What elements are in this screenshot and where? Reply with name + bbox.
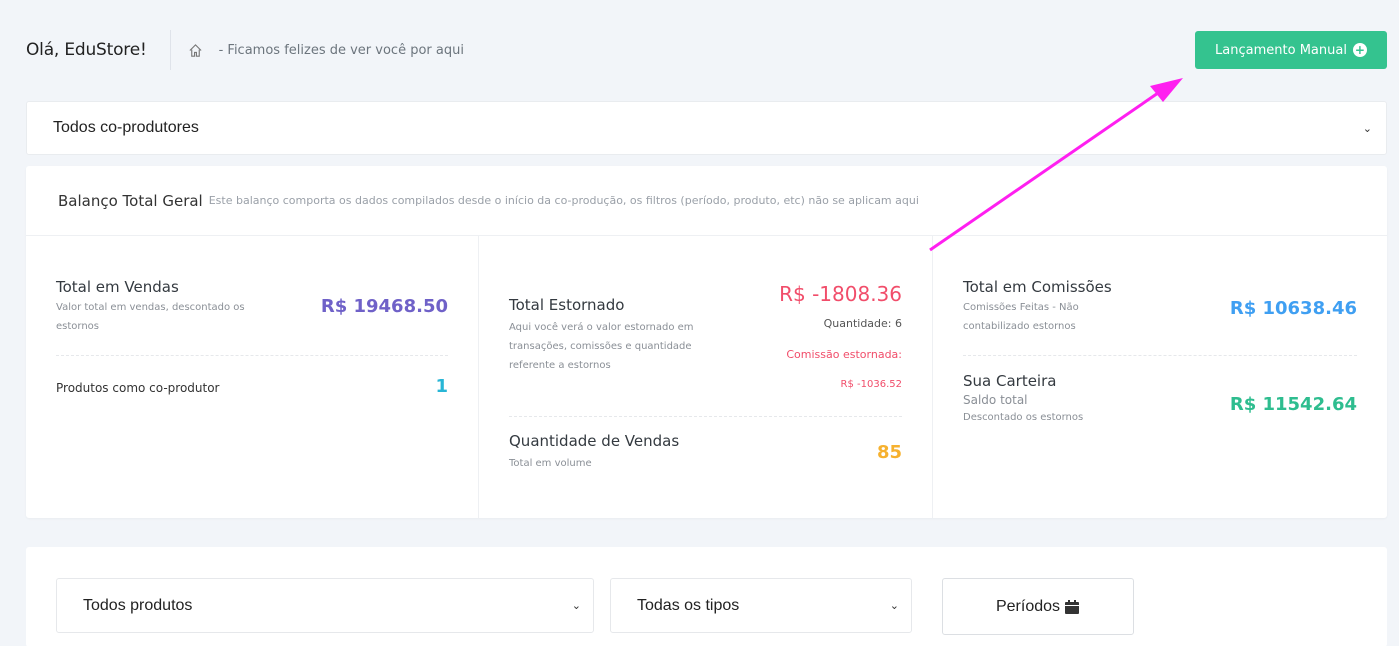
home-icon[interactable]: [187, 41, 205, 59]
chevron-down-icon: ⌄: [1362, 122, 1372, 135]
sales-qty-desc: Total em volume: [509, 458, 592, 469]
chevron-down-icon: ⌄: [889, 600, 899, 612]
balance-header: Balanço Total Geral Este balanço comport…: [26, 166, 1387, 236]
balance-description: Este balanço comporta os dados compilado…: [208, 194, 919, 207]
sales-qty-value: 85: [876, 442, 902, 463]
balance-title: Balanço Total Geral: [58, 191, 203, 210]
refunds-divider: [509, 416, 902, 417]
filters-card: Todos produtos ⌄ Todas os tipos ⌄ Períod…: [26, 547, 1387, 646]
commissions-column: Total em Comissões Comissões Feitas - Nã…: [933, 236, 1387, 518]
total-refunded-title: Total Estornado: [509, 296, 625, 314]
manual-entry-button[interactable]: Lançamento Manual +: [1195, 31, 1387, 69]
chevron-down-icon: ⌄: [571, 600, 581, 612]
total-refunded-value: R$ -1808.36: [779, 282, 902, 306]
sales-divider: [56, 355, 448, 356]
period-button[interactable]: Períodos: [942, 578, 1134, 635]
products-label: Produtos como co-produtor: [56, 381, 220, 395]
refunds-column: R$ -1808.36 Total Estornado Aqui você ve…: [479, 236, 933, 518]
refund-commission-label: Comissão estornada:: [786, 348, 902, 361]
refund-commission-value: R$ -1036.52: [840, 379, 902, 390]
period-button-label: Períodos: [995, 597, 1061, 615]
types-select-value: Todas os tipos: [637, 596, 740, 614]
commissions-value: R$ 10638.46: [1229, 298, 1357, 319]
refund-quantity: Quantidade: 6: [823, 317, 902, 330]
total-refunded-desc: Aqui você verá o valor estornado em tran…: [509, 322, 694, 371]
header-divider: [169, 30, 171, 70]
commissions-divider: [963, 355, 1357, 356]
wallet-title: Sua Carteira: [963, 372, 1057, 390]
sales-column: Total em Vendas Valor total em vendas, d…: [26, 236, 479, 518]
total-sales-title: Total em Vendas: [56, 278, 179, 296]
products-select[interactable]: Todos produtos ⌄: [56, 578, 594, 633]
total-sales-value: R$ 19468.50: [320, 296, 448, 317]
wallet-value: R$ 11542.64: [1229, 394, 1357, 415]
balance-card: Balanço Total Geral Este balanço comport…: [26, 166, 1387, 518]
types-select[interactable]: Todas os tipos ⌄: [610, 578, 912, 633]
calendar-icon: [1064, 599, 1080, 615]
wallet-desc: Descontado os estornos: [963, 412, 1084, 423]
manual-entry-label: Lançamento Manual: [1215, 42, 1347, 58]
greeting: Olá, EduStore!: [26, 40, 147, 60]
products-select-value: Todos produtos: [83, 596, 193, 614]
page-header: Olá, EduStore! - Ficamos felizes de ver …: [26, 28, 1387, 72]
commissions-title: Total em Comissões: [963, 278, 1112, 296]
plus-circle-icon: +: [1352, 43, 1367, 57]
coproducer-select-value: Todos co-produtores: [53, 119, 199, 136]
wallet-subtitle: Saldo total: [963, 393, 1028, 407]
commissions-desc: Comissões Feitas - Não contabilizado est…: [963, 302, 1079, 332]
products-value: 1: [435, 376, 448, 397]
sales-qty-title: Quantidade de Vendas: [509, 432, 680, 450]
coproducer-select[interactable]: Todos co-produtores ⌄: [26, 101, 1387, 155]
total-sales-desc: Valor total em vendas, descontado os est…: [56, 302, 245, 332]
header-subtitle: - Ficamos felizes de ver você por aqui: [218, 42, 464, 58]
